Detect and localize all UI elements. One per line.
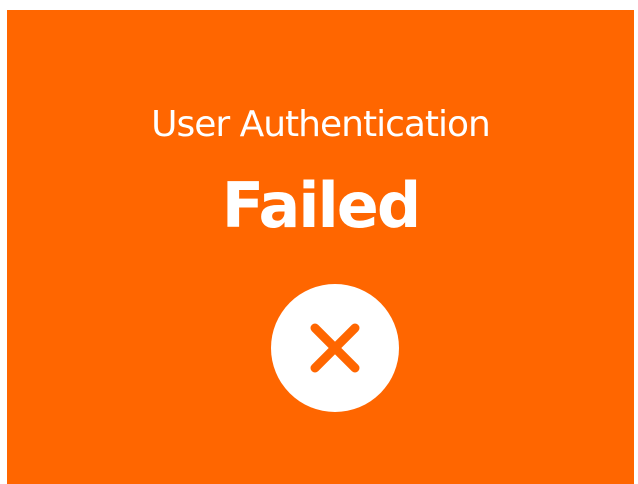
close-icon (310, 323, 360, 373)
auth-status-text: Failed (221, 169, 422, 242)
auth-status-panel: User Authentication Failed (7, 10, 634, 484)
failure-indicator (271, 284, 399, 412)
auth-title: User Authentication (151, 104, 491, 145)
